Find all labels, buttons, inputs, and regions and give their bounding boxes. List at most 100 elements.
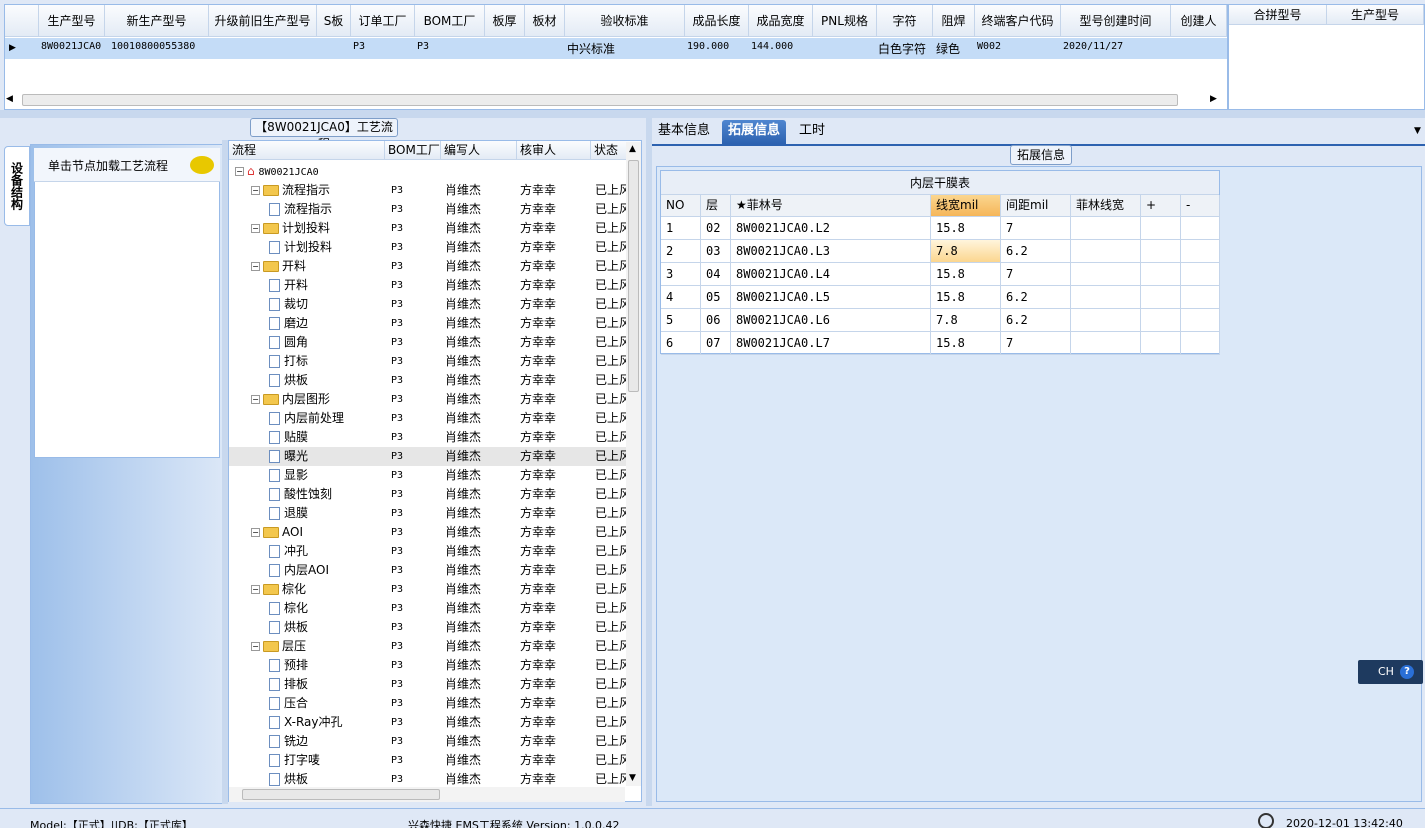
col-header[interactable]: BOM工厂 bbox=[415, 5, 485, 37]
col-header[interactable]: 生产型号 bbox=[39, 5, 105, 37]
col-header[interactable]: 终端客户代码 bbox=[975, 5, 1061, 37]
scroll-thumb[interactable] bbox=[242, 789, 440, 800]
tree-row[interactable]: 打字唛 P3 肖维杰 方幸幸 已上风 bbox=[229, 751, 631, 770]
scroll-thumb[interactable] bbox=[22, 94, 1178, 106]
film-cell-empty[interactable] bbox=[1071, 309, 1141, 332]
film-cell-layer[interactable]: 06 bbox=[701, 309, 731, 332]
collapse-icon[interactable]: − bbox=[251, 395, 260, 404]
tab-basic-info[interactable]: 基本信息 bbox=[652, 120, 716, 144]
film-cell-layer[interactable]: 07 bbox=[701, 332, 731, 355]
tree-row[interactable]: 压合 P3 肖维杰 方幸幸 已上风 bbox=[229, 694, 631, 713]
col-header[interactable]: 线宽mil bbox=[931, 195, 1001, 217]
film-cell-no[interactable]: 4 bbox=[661, 286, 701, 309]
film-cell-width[interactable]: 15.8 bbox=[931, 286, 1001, 309]
tree-row[interactable]: 流程指示 P3 肖维杰 方幸幸 已上风 bbox=[229, 200, 631, 219]
col-header[interactable]: S板 bbox=[317, 5, 351, 37]
film-cell-gap[interactable]: 6.2 bbox=[1001, 309, 1071, 332]
tree-root[interactable]: − ⌂ 8W0021JCA0 bbox=[229, 162, 627, 181]
film-cell-empty[interactable] bbox=[1071, 286, 1141, 309]
col-header[interactable]: 成品长度 bbox=[685, 5, 749, 37]
col-header[interactable]: NO bbox=[661, 195, 701, 217]
tree-row[interactable]: 冲孔 P3 肖维杰 方幸幸 已上风 bbox=[229, 542, 631, 561]
film-cell-empty[interactable] bbox=[1141, 286, 1181, 309]
collapse-icon[interactable]: − bbox=[251, 262, 260, 271]
tree-row[interactable]: 裁切 P3 肖维杰 方幸幸 已上风 bbox=[229, 295, 631, 314]
tree-row[interactable]: − 内层图形 P3 肖维杰 方幸幸 已上风 bbox=[229, 390, 631, 409]
tree-row[interactable]: 内层前处理 P3 肖维杰 方幸幸 已上风 bbox=[229, 409, 631, 428]
tree-row[interactable]: − 计划投料 P3 肖维杰 方幸幸 已上风 bbox=[229, 219, 631, 238]
tree-row[interactable]: 磨边 P3 肖维杰 方幸幸 已上风 bbox=[229, 314, 631, 333]
cell-mask[interactable]: 绿色 bbox=[936, 40, 960, 57]
film-cell-gap[interactable]: 6.2 bbox=[1001, 240, 1071, 263]
film-cell-width[interactable]: 15.8 bbox=[931, 332, 1001, 355]
film-cell-gap[interactable]: 7 bbox=[1001, 263, 1071, 286]
col-header[interactable]: 菲林线宽 bbox=[1071, 195, 1141, 217]
scroll-thumb[interactable] bbox=[628, 160, 639, 392]
remove-column-button[interactable]: - bbox=[1181, 195, 1220, 217]
col-header[interactable]: 流程 bbox=[229, 141, 385, 160]
process-flow-tree[interactable]: 流程 BOM工厂 编写人 核审人 状态 − ⌂ 8W0021JCA0 − 流程指示 P… bbox=[228, 140, 642, 802]
tree-row[interactable]: 内层AOI P3 肖维杰 方幸幸 已上风 bbox=[229, 561, 631, 580]
tree-row[interactable]: 贴膜 P3 肖维杰 方幸幸 已上风 bbox=[229, 428, 631, 447]
scroll-left-icon[interactable]: ◀ bbox=[6, 94, 13, 104]
tree-row[interactable]: 圆角 P3 肖维杰 方幸幸 已上风 bbox=[229, 333, 631, 352]
col-header[interactable]: 字符 bbox=[877, 5, 933, 37]
film-cell-gap[interactable]: 7 bbox=[1001, 332, 1071, 355]
tree-row[interactable]: − 开料 P3 肖维杰 方幸幸 已上风 bbox=[229, 257, 631, 276]
film-cell-no[interactable]: 6 bbox=[661, 332, 701, 355]
col-header[interactable]: BOM工厂 bbox=[385, 141, 441, 160]
tab-menu-icon[interactable]: ▼ bbox=[1414, 126, 1421, 136]
merge-grid[interactable]: 合拼型号 生产型号 bbox=[1228, 4, 1425, 110]
film-cell-layer[interactable]: 05 bbox=[701, 286, 731, 309]
tree-row[interactable]: 烘板 P3 肖维杰 方幸幸 已上风 bbox=[229, 371, 631, 390]
film-cell-no[interactable]: 2 bbox=[661, 240, 701, 263]
tree-row[interactable]: 退膜 P3 肖维杰 方幸幸 已上风 bbox=[229, 504, 631, 523]
collapse-icon[interactable]: − bbox=[235, 167, 244, 176]
film-cell-layer[interactable]: 02 bbox=[701, 217, 731, 240]
film-cell-film[interactable]: 8W0021JCA0.L5 bbox=[731, 286, 931, 309]
film-cell-width[interactable]: 7.8 bbox=[931, 309, 1001, 332]
film-cell-film[interactable]: 8W0021JCA0.L3 bbox=[731, 240, 931, 263]
tree-row[interactable]: 预排 P3 肖维杰 方幸幸 已上风 bbox=[229, 656, 631, 675]
col-header[interactable]: 板材 bbox=[525, 5, 565, 37]
film-cell-empty[interactable] bbox=[1181, 217, 1220, 240]
film-cell-film[interactable]: 8W0021JCA0.L7 bbox=[731, 332, 931, 355]
cell-width[interactable]: 144.000 bbox=[751, 41, 793, 52]
film-cell-film[interactable]: 8W0021JCA0.L2 bbox=[731, 217, 931, 240]
tree-row[interactable]: 显影 P3 肖维杰 方幸幸 已上风 bbox=[229, 466, 631, 485]
cell-char[interactable]: 白色字符 bbox=[878, 40, 926, 57]
film-cell-empty[interactable] bbox=[1141, 263, 1181, 286]
film-cell-no[interactable]: 3 bbox=[661, 263, 701, 286]
film-cell-width[interactable]: 7.8 bbox=[931, 240, 1001, 263]
film-cell-empty[interactable] bbox=[1181, 263, 1220, 286]
film-cell-empty[interactable] bbox=[1181, 240, 1220, 263]
col-header[interactable]: 订单工厂 bbox=[351, 5, 415, 37]
col-header[interactable]: 层 bbox=[701, 195, 731, 217]
tree-row[interactable]: − 流程指示 P3 肖维杰 方幸幸 已上风 bbox=[229, 181, 631, 200]
tree-row[interactable]: 开料 P3 肖维杰 方幸幸 已上风 bbox=[229, 276, 631, 295]
cell-created[interactable]: 2020/11/27 bbox=[1063, 41, 1123, 52]
film-cell-empty[interactable] bbox=[1141, 309, 1181, 332]
film-cell-gap[interactable]: 7 bbox=[1001, 217, 1071, 240]
cell-new-prod-model[interactable]: 10010800055380 bbox=[111, 41, 195, 52]
tree-row[interactable]: 排板 P3 肖维杰 方幸幸 已上风 bbox=[229, 675, 631, 694]
col-header[interactable]: 新生产型号 bbox=[105, 5, 209, 37]
col-header[interactable]: ★菲林号 bbox=[731, 195, 931, 217]
col-header[interactable]: 阻焊 bbox=[933, 5, 975, 37]
add-column-button[interactable]: + bbox=[1141, 195, 1181, 217]
scroll-up-icon[interactable]: ▲ bbox=[629, 144, 636, 154]
cell-customer[interactable]: W002 bbox=[977, 41, 1001, 52]
film-cell-film[interactable]: 8W0021JCA0.L6 bbox=[731, 309, 931, 332]
col-header[interactable]: 间距mil bbox=[1001, 195, 1071, 217]
tree-row[interactable]: 计划投料 P3 肖维杰 方幸幸 已上风 bbox=[229, 238, 631, 257]
col-header[interactable]: 成品宽度 bbox=[749, 5, 813, 37]
col-header[interactable]: 升级前旧生产型号 bbox=[209, 5, 317, 37]
cell-accept-std[interactable]: 中兴标准 bbox=[567, 40, 615, 57]
tree-row[interactable]: X-Ray冲孔 P3 肖维杰 方幸幸 已上风 bbox=[229, 713, 631, 732]
tree-row[interactable]: − 棕化 P3 肖维杰 方幸幸 已上风 bbox=[229, 580, 631, 599]
col-header[interactable]: 合拼型号 bbox=[1229, 5, 1327, 25]
tree-row[interactable]: 烘板 P3 肖维杰 方幸幸 已上风 bbox=[229, 618, 631, 637]
cell-order-factory[interactable]: P3 bbox=[353, 41, 365, 52]
film-cell-layer[interactable]: 04 bbox=[701, 263, 731, 286]
collapse-icon[interactable]: − bbox=[251, 528, 260, 537]
